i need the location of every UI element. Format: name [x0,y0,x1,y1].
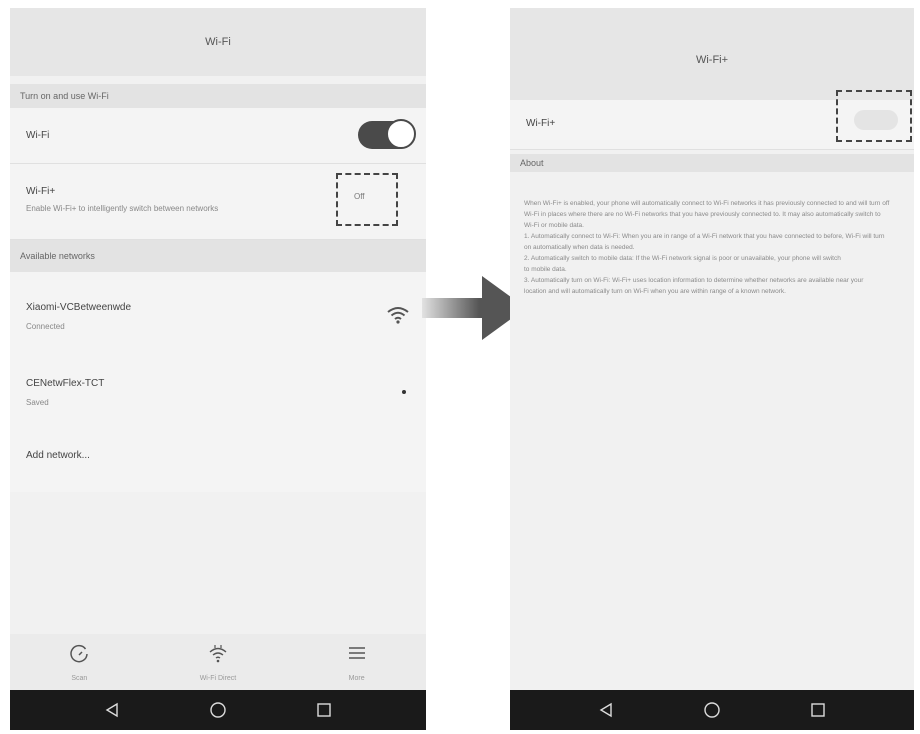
section-label: About [520,158,544,168]
tab-label: Wi-Fi Direct [199,675,237,682]
tab-scan[interactable]: Scan [29,642,129,682]
dot-icon [402,390,406,394]
description-line: Wi-Fi in places where there are no Wi-Fi… [524,211,881,218]
description-line: When Wi-Fi+ is enabled, your phone will … [524,200,890,207]
network-status: Saved [26,398,49,407]
phone-screen-left: Wi-Fi Turn on and use Wi-Fi Wi-Fi Wi-Fi+… [10,8,426,730]
wifi-direct-icon [207,642,229,669]
recents-icon[interactable] [808,700,828,720]
menu-icon [346,642,368,669]
highlight-box [336,173,398,226]
page-title: Wi-Fi [205,36,231,48]
back-icon[interactable] [596,700,616,720]
header: Wi-Fi+ [510,8,914,100]
network-row[interactable]: Xiaomi-VCBetweenwde Connected [10,272,426,352]
tab-wifi-direct[interactable]: Wi-Fi Direct [168,642,268,682]
section-header-about: About [510,154,914,172]
description-line: 3. Automatically turn on Wi-Fi: Wi-Fi+ u… [524,277,864,284]
wifi-toggle[interactable] [358,119,416,149]
wifi-plus-label: Wi-Fi+ [26,186,56,197]
back-icon[interactable] [102,700,122,720]
wifi-toggle-row[interactable]: Wi-Fi [10,108,426,164]
tab-label: More [348,675,365,682]
highlight-box [836,90,912,142]
system-nav-bar [510,690,914,730]
description-line: on automatically when data is needed. [524,244,635,251]
network-status: Connected [26,322,65,331]
wifi-plus-label: Wi-Fi+ [526,118,556,129]
refresh-icon [68,642,90,669]
toggle-knob [386,119,416,149]
network-name: Xiaomi-VCBetweenwde [26,302,132,313]
wifi-label: Wi-Fi [26,130,50,141]
system-nav-bar [10,690,426,730]
page-title: Wi-Fi+ [695,54,729,66]
section-label: Turn on and use Wi-Fi [20,91,109,101]
add-network-row[interactable]: Add network... [10,428,426,492]
network-row[interactable]: CENetwFlex-TCT Saved [10,352,426,428]
tab-label: Scan [71,675,88,682]
home-icon[interactable] [208,700,228,720]
section-header-turn-on: Turn on and use Wi-Fi [10,84,426,108]
description-line: 1. Automatically connect to Wi-Fi: When … [524,233,885,240]
home-icon[interactable] [702,700,722,720]
recents-icon[interactable] [314,700,334,720]
section-header-available-networks: Available networks [10,240,426,272]
description-line: 2. Automatically switch to mobile data: … [524,255,841,262]
network-name: CENetwFlex-TCT [26,378,105,389]
description-line: to mobile data. [524,266,567,273]
wifi-plus-description: When Wi-Fi+ is enabled, your phone will … [524,198,900,297]
tab-more[interactable]: More [307,642,407,682]
bottom-tab-bar: Scan Wi-Fi Direct More [10,634,426,690]
description-line: Wi-Fi or mobile data. [524,222,584,229]
header: Wi-Fi [10,8,426,76]
wifi-signal-icon [386,305,410,330]
section-label: Available networks [20,251,95,261]
description-line: location and will automatically turn on … [524,288,786,295]
wifi-plus-description: Enable Wi-Fi+ to intelligently switch be… [26,204,219,213]
add-network-label: Add network... [26,450,90,461]
phone-screen-right: Wi-Fi+ Wi-Fi+ About When Wi-Fi+ is enabl… [510,8,914,730]
